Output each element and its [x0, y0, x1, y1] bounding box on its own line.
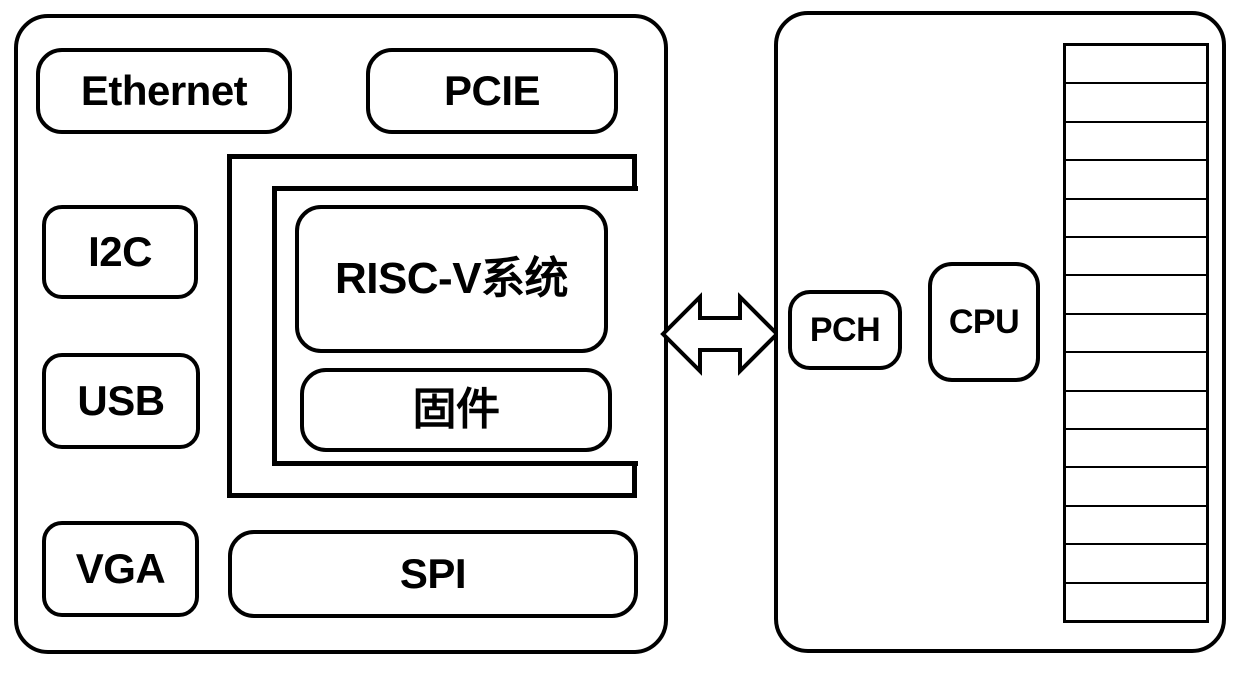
peripheral-block-spi[interactable]: SPI	[228, 530, 638, 618]
pch-block[interactable]: PCH	[788, 290, 902, 370]
memory-slot-row	[1066, 238, 1206, 277]
memory-slot-row	[1066, 314, 1206, 354]
peripheral-label-spi: SPI	[399, 550, 467, 597]
peripheral-block-i2c[interactable]: I2C	[42, 205, 198, 299]
peripheral-label-ethernet: Ethernet	[80, 67, 248, 114]
peripheral-label-pcie: PCIE	[443, 67, 541, 114]
memory-slot-row	[1066, 353, 1206, 392]
firmware-label: 固件	[412, 385, 501, 434]
memory-slot-row	[1066, 391, 1206, 431]
memory-slot-row	[1066, 583, 1206, 621]
memory-slot-row	[1066, 276, 1206, 315]
cpu-label: CPU	[948, 303, 1020, 341]
memory-slot-row	[1066, 161, 1206, 200]
memory-slot-row	[1066, 122, 1206, 162]
riscv-system-label: RISC-V系统	[334, 254, 569, 303]
memory-slot-row	[1066, 84, 1206, 123]
peripheral-block-vga[interactable]: VGA	[42, 521, 199, 617]
memory-slot-row	[1066, 468, 1206, 507]
peripheral-block-ethernet[interactable]: Ethernet	[36, 48, 292, 134]
peripheral-label-i2c: I2C	[88, 228, 152, 275]
pch-label: PCH	[809, 311, 881, 349]
memory-slot-row	[1066, 199, 1206, 239]
cpu-block[interactable]: CPU	[928, 262, 1040, 382]
firmware-block[interactable]: 固件	[300, 368, 612, 452]
memory-slot-stack	[1063, 43, 1209, 623]
memory-slot-row	[1066, 545, 1206, 584]
peripheral-label-usb: USB	[77, 377, 165, 424]
peripheral-block-pcie[interactable]: PCIE	[366, 48, 618, 134]
bidirectional-arrow-icon	[660, 288, 780, 380]
peripheral-label-vga: VGA	[75, 545, 166, 592]
memory-slot-row	[1066, 430, 1206, 469]
riscv-system-block[interactable]: RISC-V系统	[295, 205, 608, 353]
diagram-canvas: Ethernet PCIE I2C USB VGA SPI RISC-V系统 固…	[0, 0, 1239, 673]
peripheral-block-usb[interactable]: USB	[42, 353, 200, 449]
memory-slot-row	[1066, 46, 1206, 85]
memory-slot-row	[1066, 506, 1206, 546]
